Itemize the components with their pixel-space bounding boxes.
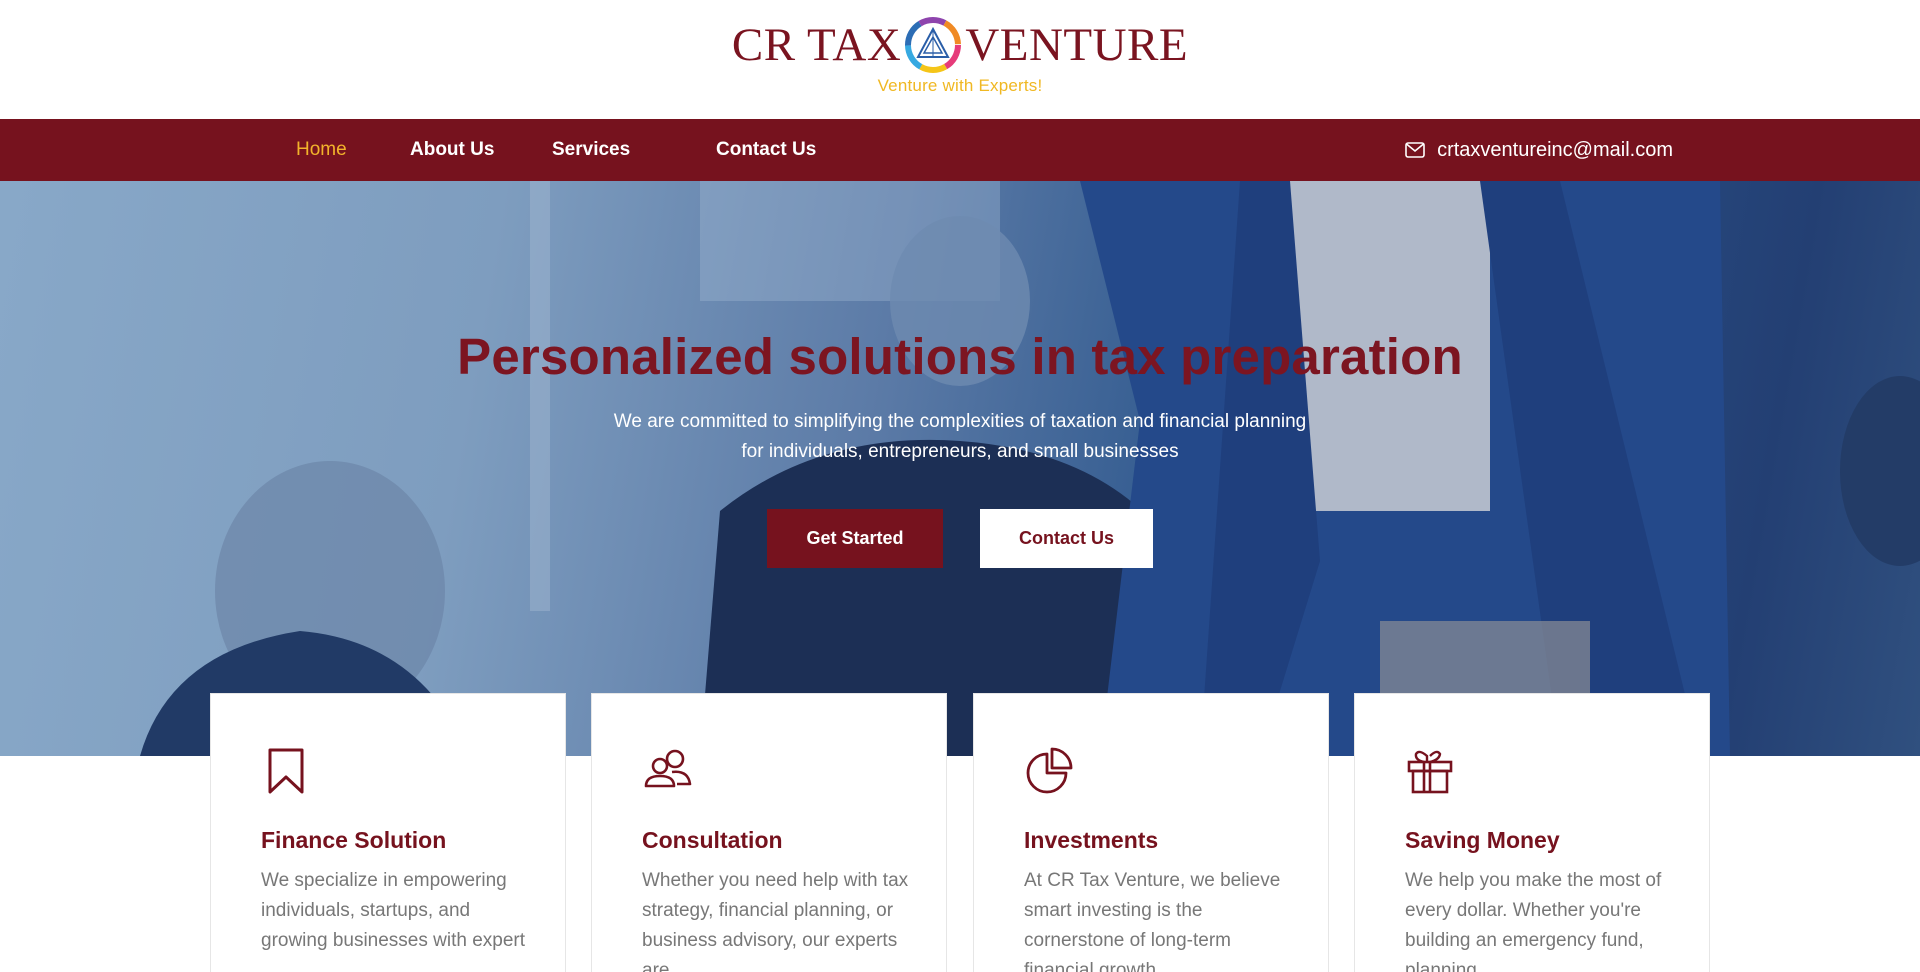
site-header: CR TAX VENTURE Venture with Experts! — [0, 0, 1920, 119]
users-icon — [644, 749, 692, 788]
card-text: Whether you need help with tax strategy,… — [642, 870, 909, 972]
logo-text-right: VENTURE — [965, 19, 1189, 71]
card-text: We specialize in empowering individuals,… — [261, 870, 526, 951]
card-text: We help you make the most of every dolla… — [1405, 870, 1662, 972]
card-title: Investments — [1024, 827, 1159, 853]
tagline: Venture with Experts! — [877, 76, 1043, 95]
nav-email-link[interactable]: crtaxventureinc@mail.com — [1405, 119, 1673, 181]
card-text: At CR Tax Venture, we believe smart inve… — [1024, 870, 1281, 972]
card-title: Finance Solution — [261, 827, 447, 853]
nav-home[interactable]: Home — [296, 119, 347, 181]
card-title: Saving Money — [1405, 827, 1560, 853]
hero-section: Personalized solutions in tax preparatio… — [0, 181, 1920, 756]
card-title: Consultation — [642, 827, 783, 853]
gift-icon — [1407, 750, 1453, 794]
bookmark-icon — [268, 748, 304, 794]
service-card-investments[interactable]: Investments At CR Tax Venture, we believ… — [973, 693, 1329, 972]
hero-title: Personalized solutions in tax preparatio… — [457, 328, 1463, 385]
hero-subtitle-line-2: for individuals, entrepreneurs, and smal… — [741, 441, 1179, 462]
nav-about-us[interactable]: About Us — [410, 119, 494, 181]
contact-us-button[interactable]: Contact Us — [980, 509, 1153, 568]
triangle-emblem-icon — [905, 17, 962, 73]
service-card-saving-money[interactable]: Saving Money We help you make the most o… — [1354, 693, 1710, 972]
hero-subtitle-line-1: We are committed to simplifying the comp… — [613, 411, 1307, 432]
nav-contact-us[interactable]: Contact Us — [716, 119, 816, 181]
main-nav: Home About Us Services Contact Us crtaxv… — [0, 119, 1920, 181]
envelope-icon — [1405, 142, 1425, 158]
pie-chart-icon — [1026, 747, 1073, 794]
logo[interactable]: CR TAX VENTURE Venture with Experts! — [0, 16, 1920, 96]
logo-text-left: CR TAX — [731, 19, 902, 71]
service-card-finance[interactable]: Finance Solution We specialize in empowe… — [210, 693, 566, 972]
get-started-button[interactable]: Get Started — [767, 509, 943, 568]
hero-background-image — [0, 181, 1920, 756]
service-card-consultation[interactable]: Consultation Whether you need help with … — [591, 693, 947, 972]
nav-services[interactable]: Services — [552, 119, 630, 181]
hero-subtitle: We are committed to simplifying the comp… — [560, 407, 1360, 467]
nav-email-text: crtaxventureinc@mail.com — [1437, 138, 1673, 161]
